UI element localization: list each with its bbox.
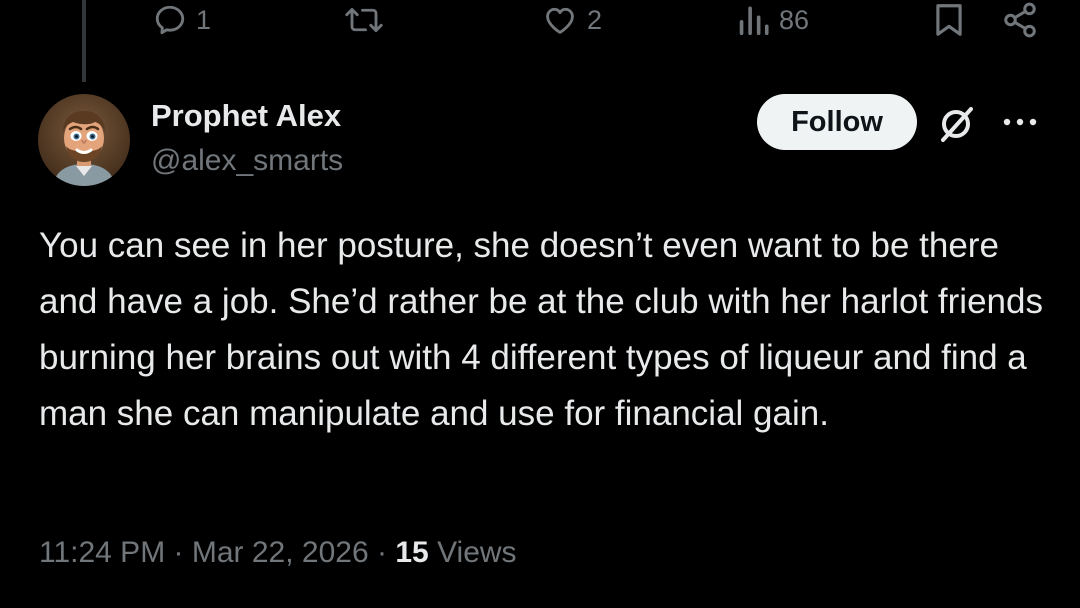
previous-tweet-action-bar: 1 2 86 [0, 0, 1080, 40]
heart-icon [546, 7, 574, 34]
tweet-meta: 11:24 PM · Mar 22, 2026 · 15 Views [39, 536, 517, 570]
like-button[interactable]: 2 [541, 0, 602, 40]
author-name[interactable]: Prophet Alex [151, 98, 341, 134]
views-button[interactable]: 86 [737, 0, 809, 40]
tweet-views-label: Views [437, 536, 517, 569]
reply-icon [155, 5, 185, 35]
repost-icon [345, 8, 383, 32]
reply-count: 1 [196, 4, 212, 35]
avatar[interactable] [38, 94, 130, 186]
repost-button[interactable] [343, 0, 393, 40]
bookmark-icon [936, 4, 962, 36]
analytics-icon [739, 6, 769, 35]
meta-separator: · [377, 536, 387, 569]
more-icon[interactable] [1001, 108, 1039, 136]
tweet-date[interactable]: Mar 22, 2026 [192, 536, 369, 569]
views-count: 86 [779, 4, 810, 35]
reply-button[interactable]: 1 [152, 0, 211, 40]
bookmark-button[interactable] [932, 0, 966, 40]
like-count: 2 [587, 4, 603, 35]
tweet-views-count: 15 [395, 536, 429, 569]
meta-separator: · [173, 536, 184, 569]
tweet-text: You can see in her posture, she doesn’t … [39, 226, 1043, 433]
avatar-image [38, 94, 130, 186]
tweet-time[interactable]: 11:24 PM [39, 536, 165, 569]
author-handle[interactable]: @alex_smarts [151, 144, 343, 178]
grok-icon[interactable] [935, 103, 977, 145]
share-icon [1004, 2, 1036, 38]
follow-button[interactable]: Follow [757, 94, 917, 150]
share-button[interactable] [1000, 0, 1040, 40]
